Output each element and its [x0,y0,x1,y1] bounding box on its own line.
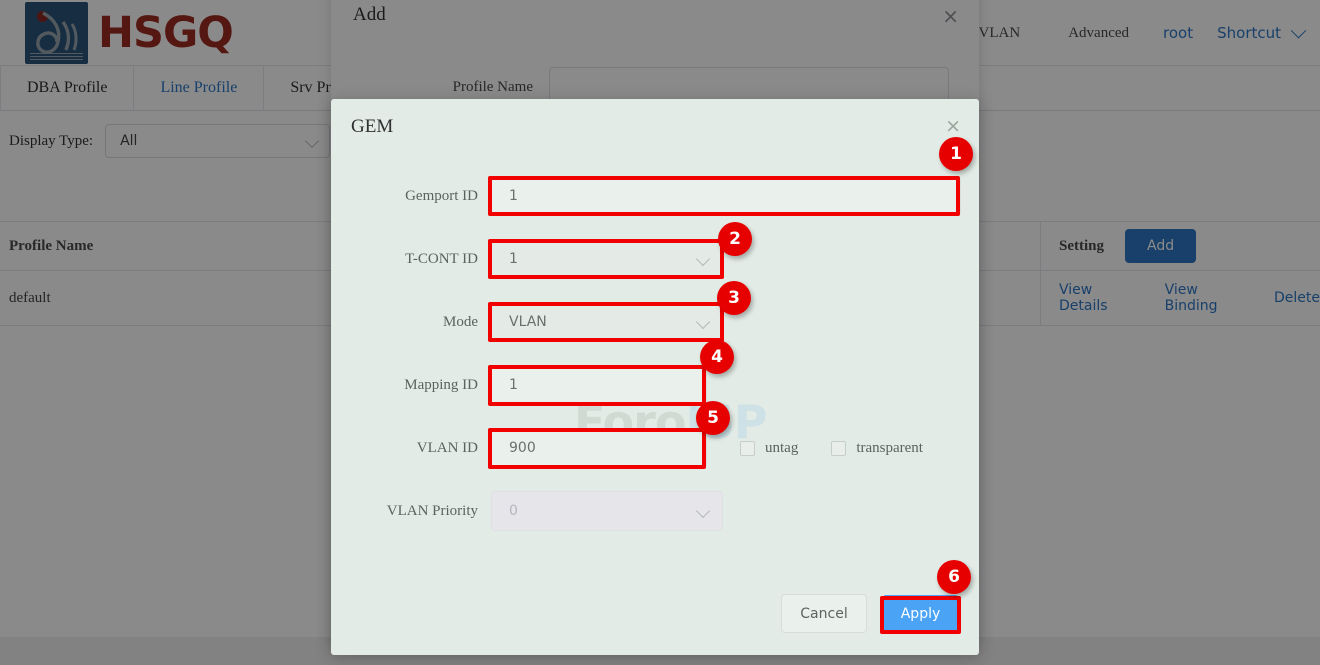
tcont-id-label: T-CONT ID [331,239,491,279]
untag-checkbox-group: untag [740,440,798,457]
vlan-id-value: 900 [509,440,536,456]
gem-dialog-title: GEM [351,116,393,138]
vlan-priority-label: VLAN Priority [331,491,491,531]
mode-value: VLAN [509,314,547,330]
tcont-id-value: 1 [509,251,518,267]
field-row-vlan-id: VLAN ID 900 untag transparent [331,428,979,468]
vlan-id-input[interactable]: 900 [491,428,707,468]
transparent-label: transparent [856,440,923,457]
transparent-checkbox[interactable] [831,441,846,456]
field-row-gemport-id: Gemport ID 1 [331,176,979,216]
mode-label: Mode [331,302,491,342]
gemport-id-label: Gemport ID [331,176,491,216]
transparent-checkbox-group: transparent [831,440,923,457]
untag-label: untag [765,440,798,457]
mapping-id-input[interactable]: 1 [491,365,707,405]
gemport-id-value: 1 [509,188,518,204]
chevron-down-icon [696,252,710,266]
field-row-mapping-id: Mapping ID 1 [331,365,979,405]
field-row-mode: Mode VLAN [331,302,979,342]
vlan-id-label: VLAN ID [331,428,491,468]
screenshot-root: HSGQ VLAN Advanced root Shortcut DBA Pro… [0,0,1320,665]
mapping-id-value: 1 [509,377,518,393]
untag-checkbox[interactable] [740,441,755,456]
close-icon[interactable]: × [945,117,961,136]
field-row-vlan-priority: VLAN Priority 0 [331,491,979,531]
mode-select[interactable]: VLAN [491,302,723,342]
cancel-button[interactable]: Cancel [781,594,867,633]
tcont-id-select[interactable]: 1 [491,239,723,279]
gem-dialog-footer: Cancel Apply [781,594,959,633]
chevron-down-icon [696,315,710,329]
vlan-priority-value: 0 [509,503,518,519]
apply-button[interactable]: Apply [882,595,959,632]
mapping-id-label: Mapping ID [331,365,491,405]
field-row-tcont-id: T-CONT ID 1 [331,239,979,279]
gem-dialog: GEM × ForoISP Gemport ID 1 T-CONT ID 1 M… [331,99,979,655]
chevron-down-icon [696,504,710,518]
gemport-id-input[interactable]: 1 [491,176,961,216]
vlan-priority-select: 0 [491,491,723,531]
